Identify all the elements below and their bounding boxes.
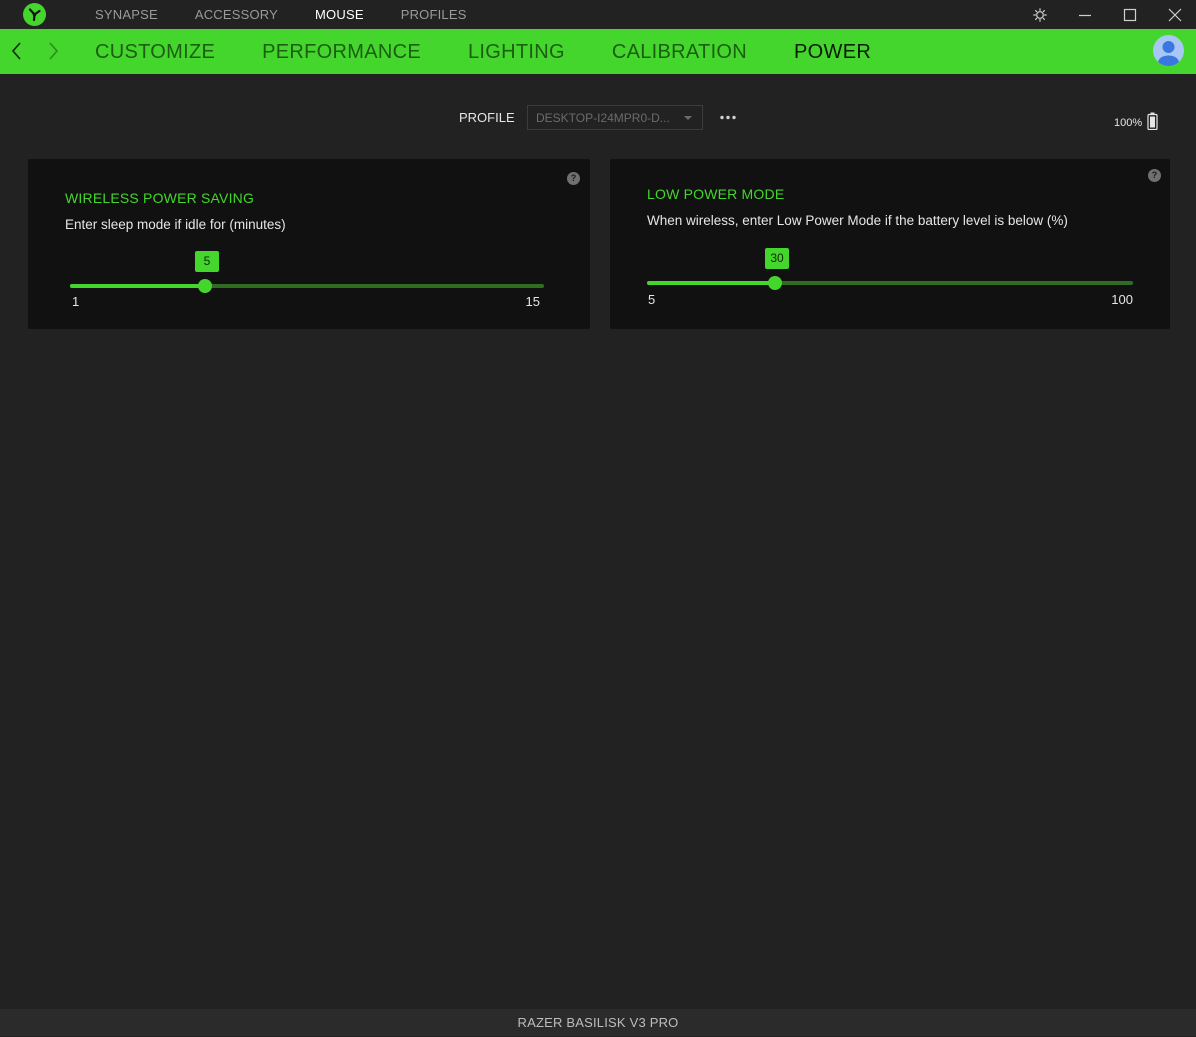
user-avatar-icon[interactable] [1153, 35, 1184, 66]
low-power-threshold-slider-thumb[interactable] [768, 276, 782, 290]
low-power-threshold-slider-fill [647, 281, 775, 285]
sleep-timer-min-label: 1 [72, 294, 80, 309]
sleep-timer-max-label: 15 [525, 294, 540, 309]
top-nav-mouse[interactable]: MOUSE [315, 0, 364, 29]
more-dots-icon[interactable] [718, 110, 738, 124]
low-power-threshold-min-label: 5 [648, 292, 656, 307]
low-power-threshold-value-badge: 30 [765, 248, 789, 269]
low-power-mode-panel: LOW POWER MODE When wireless, enter Low … [610, 159, 1170, 329]
help-icon[interactable]: ? [1148, 169, 1161, 182]
battery-icon [1147, 112, 1158, 135]
battery-level-text: 100% [1114, 117, 1143, 129]
title-bar: SYNAPSE ACCESSORY MOUSE PROFILES [0, 0, 1196, 29]
top-nav-accessory[interactable]: ACCESSORY [195, 0, 278, 29]
sleep-timer-value-badge: 5 [195, 251, 219, 272]
tab-calibration[interactable]: CALIBRATION [612, 29, 747, 74]
minimize-icon[interactable] [1065, 0, 1105, 29]
chevron-left-icon[interactable] [6, 40, 28, 62]
device-name: RAZER BASILISK V3 PRO [517, 1015, 679, 1030]
tab-lighting[interactable]: LIGHTING [468, 29, 565, 74]
sleep-timer-slider-track[interactable] [70, 284, 544, 288]
low-power-threshold-slider-track[interactable] [647, 281, 1133, 285]
profile-label: PROFILE [459, 110, 515, 125]
sub-nav-bar: CUSTOMIZE PERFORMANCE LIGHTING CALIBRATI… [0, 29, 1196, 74]
wireless-power-saving-description: Enter sleep mode if idle for (minutes) [65, 217, 286, 232]
help-icon[interactable]: ? [567, 172, 580, 185]
razer-logo-icon[interactable] [23, 3, 46, 26]
top-nav: SYNAPSE ACCESSORY MOUSE PROFILES [95, 0, 504, 29]
low-power-mode-title: LOW POWER MODE [647, 186, 785, 202]
chevron-down-icon [684, 116, 692, 120]
top-nav-synapse[interactable]: SYNAPSE [95, 0, 158, 29]
close-icon[interactable] [1155, 0, 1195, 29]
wireless-power-saving-panel: WIRELESS POWER SAVING Enter sleep mode i… [28, 159, 590, 329]
tab-performance[interactable]: PERFORMANCE [262, 29, 421, 74]
sub-nav: CUSTOMIZE PERFORMANCE LIGHTING CALIBRATI… [95, 29, 918, 74]
profile-dropdown[interactable]: DESKTOP-I24MPR0-D... [527, 105, 703, 130]
settings-icon[interactable] [1020, 0, 1060, 29]
chevron-right-icon[interactable] [42, 40, 64, 62]
low-power-mode-description: When wireless, enter Low Power Mode if t… [647, 213, 1068, 228]
sleep-timer-slider-fill [70, 284, 205, 288]
wireless-power-saving-title: WIRELESS POWER SAVING [65, 190, 255, 206]
maximize-icon[interactable] [1110, 0, 1150, 29]
tab-customize[interactable]: CUSTOMIZE [95, 29, 215, 74]
device-footer: RAZER BASILISK V3 PRO [0, 1009, 1196, 1036]
top-nav-profiles[interactable]: PROFILES [401, 0, 467, 29]
low-power-threshold-max-label: 100 [1111, 292, 1133, 307]
tab-power[interactable]: POWER [794, 29, 871, 74]
sleep-timer-slider-thumb[interactable] [198, 279, 212, 293]
profile-selected-value: DESKTOP-I24MPR0-D... [536, 111, 670, 125]
